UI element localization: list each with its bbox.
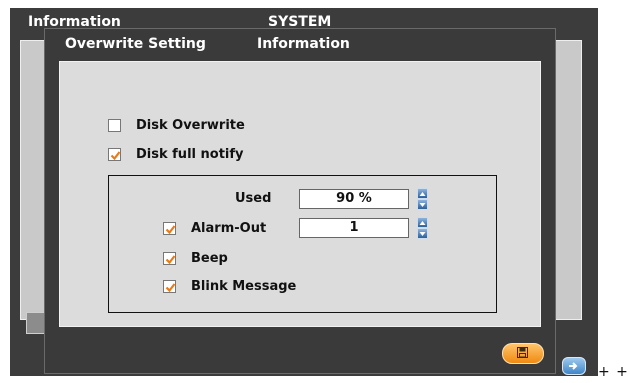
disk-overwrite-label: Disk Overwrite [136,118,245,133]
beep-label: Beep [191,251,228,266]
chevron-down-icon [419,203,426,207]
tab-overwrite-setting[interactable]: Overwrite Setting [65,36,206,52]
used-value-field[interactable]: 90 % [299,189,409,209]
checkmark-icon [165,225,176,235]
checkmark-icon [110,151,121,161]
checkmark-icon [165,283,176,293]
settings-panel: Disk Overwrite Disk full notify Used 90 … [59,61,541,327]
beep-checkbox[interactable] [163,252,176,265]
alarm-out-spinner[interactable] [417,217,428,239]
disk-full-notify-checkbox[interactable] [108,148,121,161]
spin-down-button[interactable] [417,199,428,210]
arrow-right-icon [569,362,578,370]
alarm-out-checkbox[interactable] [163,222,176,235]
checkmark-icon [165,255,176,265]
disk-full-notify-label: Disk full notify [136,147,244,162]
spin-up-button[interactable] [417,217,428,228]
blink-message-row: Blink Message [163,279,296,294]
chevron-down-icon [419,232,426,236]
blink-message-checkbox[interactable] [163,280,176,293]
save-button[interactable] [502,343,544,364]
alarm-out-label: Alarm-Out [191,221,267,236]
page-edge-text: + + [598,364,629,380]
disk-overwrite-row: Disk Overwrite [108,118,245,133]
chevron-up-icon [419,192,426,196]
blink-message-label: Blink Message [191,279,297,294]
beep-row: Beep [163,251,228,266]
next-button[interactable] [562,357,586,375]
alarm-out-value-field[interactable]: 1 [299,218,409,238]
alarm-out-row: Alarm-Out [163,221,266,236]
overwrite-setting-dialog: Overwrite Setting Information Disk Overw… [44,28,556,374]
save-disk-icon [517,347,528,358]
used-spinner[interactable] [417,188,428,210]
chevron-up-icon [419,221,426,225]
spin-down-button[interactable] [417,228,428,239]
disk-full-notify-row: Disk full notify [108,147,244,162]
used-label: Used [235,191,272,206]
disk-overwrite-checkbox[interactable] [108,119,121,132]
notify-options-group: Used 90 % Alarm-Out 1 Beep Blink Message [108,175,497,313]
spin-up-button[interactable] [417,188,428,199]
tab-information[interactable]: Information [257,36,350,52]
